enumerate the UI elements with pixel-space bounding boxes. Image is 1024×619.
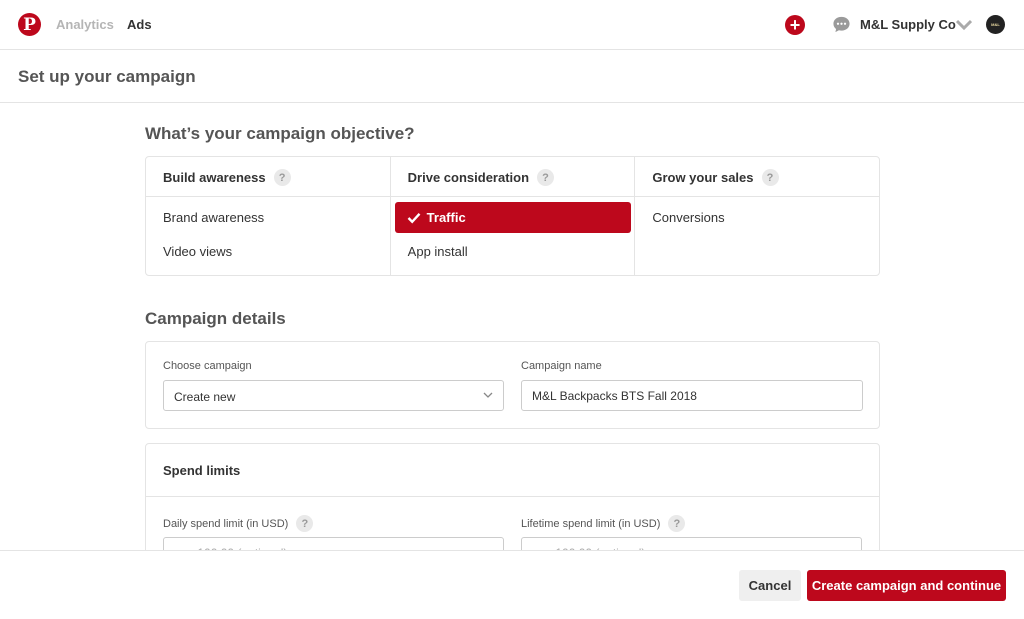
objective-option-app-install[interactable]: App install <box>408 244 468 259</box>
speech-bubble-icon[interactable] <box>832 15 851 34</box>
choose-campaign-value: Create new <box>174 390 236 404</box>
objective-option-video-views[interactable]: Video views <box>163 244 232 259</box>
objective-column-heading: Grow your sales ? <box>635 157 880 197</box>
create-campaign-button[interactable]: Create campaign and continue <box>807 570 1006 601</box>
chevron-down-icon <box>483 392 493 398</box>
avatar[interactable]: M&L <box>986 15 1005 34</box>
objective-option-brand-awareness[interactable]: Brand awareness <box>163 210 264 225</box>
campaign-details-card: Choose campaign Create new Campaign name <box>145 341 880 429</box>
campaign-name-label: Campaign name <box>521 360 602 372</box>
checkmark-icon <box>407 212 421 224</box>
footer-bar: Cancel Create campaign and continue <box>0 550 1024 619</box>
objective-option-conversions[interactable]: Conversions <box>652 210 724 225</box>
objective-option-traffic[interactable]: Traffic <box>394 202 631 233</box>
spend-limits-heading: Spend limits <box>146 444 879 497</box>
objective-column-awareness: Build awareness ? Brand awareness Video … <box>146 157 391 275</box>
help-icon[interactable]: ? <box>537 169 555 186</box>
cancel-button[interactable]: Cancel <box>739 570 801 601</box>
objective-heading-label: Drive consideration <box>407 170 530 185</box>
nav-ads-link[interactable]: Ads <box>127 17 152 32</box>
help-icon[interactable]: ? <box>668 515 686 532</box>
plus-circle-icon[interactable]: + <box>785 15 805 35</box>
daily-spend-label: Daily spend limit (in USD) ? <box>163 515 314 532</box>
objective-heading-label: Build awareness <box>163 170 266 185</box>
campaign-name-input[interactable] <box>521 380 863 411</box>
objective-column-heading: Drive consideration ? <box>390 157 635 197</box>
nav-analytics-link[interactable]: Analytics <box>56 17 114 32</box>
choose-campaign-label: Choose campaign <box>163 360 252 372</box>
pinterest-logo-icon[interactable]: P <box>18 13 41 36</box>
lifetime-spend-label: Lifetime spend limit (in USD) ? <box>521 515 686 532</box>
help-icon[interactable]: ? <box>273 169 291 186</box>
page-title: Set up your campaign <box>18 67 196 86</box>
objective-heading-label: Grow your sales <box>652 170 754 185</box>
top-nav: P Analytics Ads + M&L Supply Co M&L <box>0 0 1024 50</box>
help-icon[interactable]: ? <box>761 169 779 186</box>
objective-column-sales: Grow your sales ? Conversions <box>635 157 880 275</box>
choose-campaign-select[interactable]: Create new <box>163 380 504 411</box>
objective-option-label: Traffic <box>426 210 466 225</box>
details-section-title: Campaign details <box>145 309 286 328</box>
help-icon[interactable]: ? <box>296 515 314 532</box>
objective-section-title: What’s your campaign objective? <box>145 124 415 143</box>
daily-spend-label-text: Daily spend limit (in USD) <box>163 518 289 530</box>
account-name[interactable]: M&L Supply Co <box>860 17 956 32</box>
objective-selector: Build awareness ? Brand awareness Video … <box>145 156 880 276</box>
objective-column-heading: Build awareness ? <box>146 157 390 197</box>
page-header: Set up your campaign <box>0 50 1024 103</box>
lifetime-spend-label-text: Lifetime spend limit (in USD) <box>521 518 661 530</box>
chevron-down-icon[interactable] <box>956 19 972 31</box>
objective-column-consideration: Drive consideration ? Traffic App instal… <box>390 157 636 275</box>
